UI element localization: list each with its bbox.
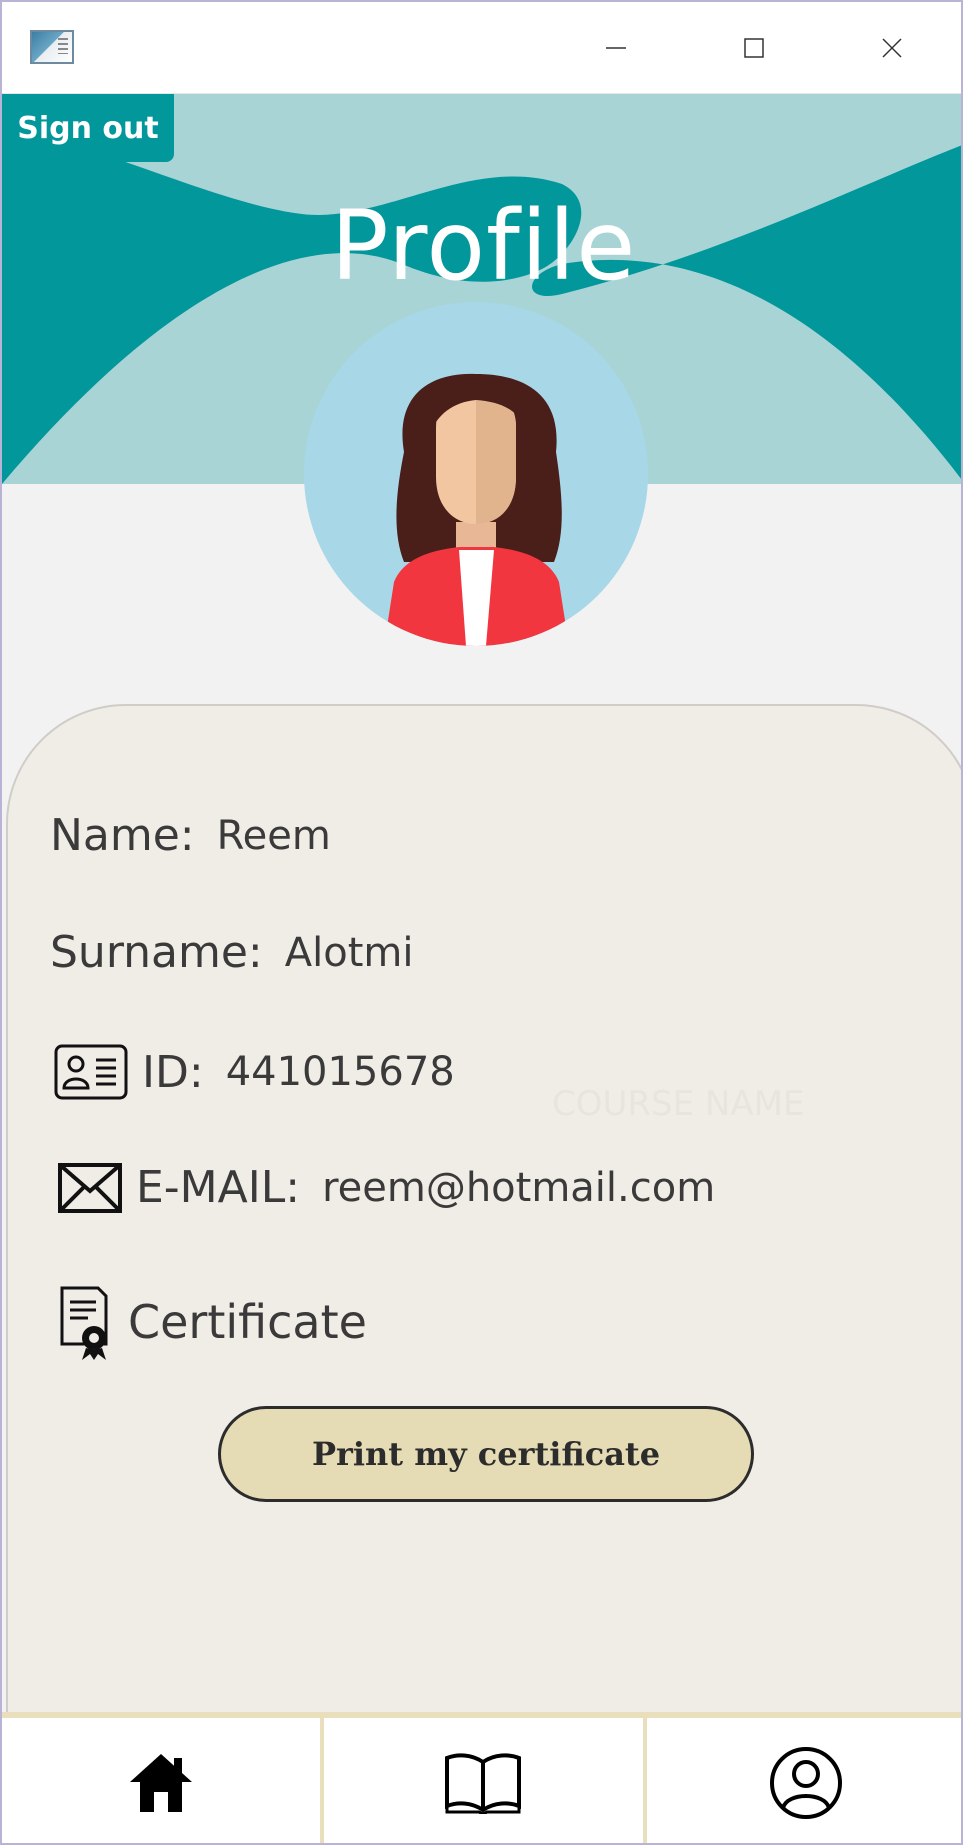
app-window: Sign out Profile Name: Reem Surname: Alo… [0,0,963,1845]
nav-home[interactable] [2,1718,320,1843]
certificate-row: Certificate [58,1284,367,1360]
maximize-button[interactable] [730,24,778,72]
envelope-icon [58,1162,122,1213]
name-label: Name: [50,810,195,861]
email-row: E-MAIL: reem@hotmail.com [58,1162,715,1213]
minimize-button[interactable] [592,24,640,72]
minimize-icon [606,47,626,49]
surname-value: Alotmi [284,929,414,976]
id-card-icon [54,1044,128,1100]
course-name-placeholder: COURSE NAME [552,1084,805,1124]
avatar [304,302,648,646]
user-profile-icon [769,1746,842,1819]
email-value: reem@hotmail.com [322,1164,716,1211]
maximize-icon [744,38,764,58]
nav-courses[interactable] [320,1718,642,1843]
id-label: ID: [142,1046,204,1098]
close-icon [882,38,902,58]
nav-profile[interactable] [642,1718,961,1843]
id-value: 441015678 [225,1049,455,1095]
woman-avatar-icon [304,302,648,646]
app-window-icon [30,30,74,64]
certificate-icon [60,1286,108,1360]
id-row: ID: 441015678 [54,1044,455,1100]
name-row: Name: Reem [50,810,331,861]
surname-label: Surname: [50,927,263,978]
name-value: Reem [216,812,331,859]
email-label: E-MAIL: [136,1162,301,1213]
sign-out-button[interactable]: Sign out [2,94,174,162]
surname-row: Surname: Alotmi [50,927,413,978]
home-icon [130,1753,193,1812]
certificate-label: Certificate [128,1295,367,1349]
close-button[interactable] [868,24,916,72]
bottom-nav-bar [2,1712,961,1843]
print-certificate-button[interactable]: Print my certificate [218,1406,754,1502]
title-bar [2,2,961,94]
book-icon [445,1752,522,1814]
page-title: Profile [330,190,637,302]
